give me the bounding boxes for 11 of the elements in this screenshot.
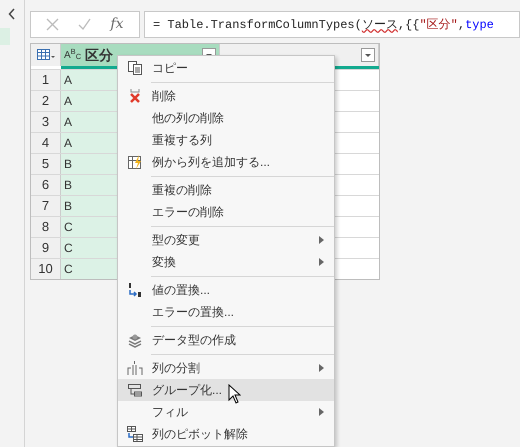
row-number: 9 (31, 238, 61, 258)
column-name: 区分 (85, 46, 114, 64)
row-number: 6 (31, 175, 61, 195)
row-number: 7 (31, 196, 61, 216)
row-number: 3 (31, 112, 61, 132)
row-number: 5 (31, 154, 61, 174)
row-number: 1 (31, 70, 61, 90)
row-number: 4 (31, 133, 61, 153)
row-number: 2 (31, 91, 61, 111)
row-number: 10 (31, 259, 61, 279)
row-number: 8 (31, 217, 61, 237)
